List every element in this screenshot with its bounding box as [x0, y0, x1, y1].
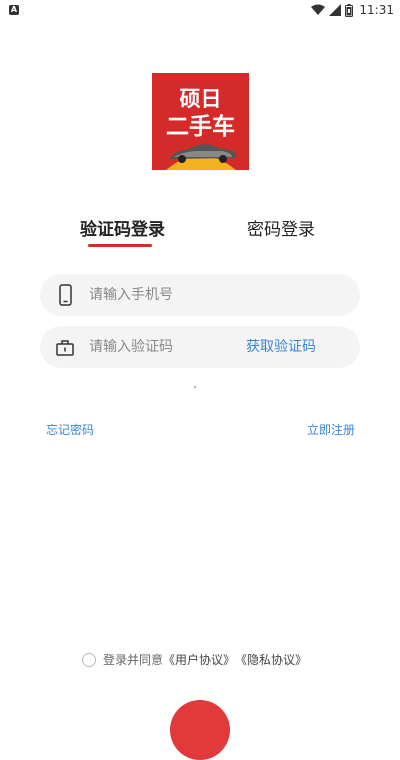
phone-field[interactable] [40, 274, 360, 316]
wifi-icon [311, 4, 326, 16]
battery-icon [345, 3, 354, 17]
agreement-checkbox[interactable] [82, 652, 96, 667]
user-agreement-link[interactable]: 《用户协议》 [163, 651, 235, 668]
loading-indicator: ` [193, 386, 198, 397]
phone-input[interactable] [89, 274, 269, 316]
lock-icon [55, 336, 75, 358]
logo-line1: 硕日 [180, 87, 222, 111]
status-bar: A 11:31 [0, 0, 400, 22]
status-icons: 11:31 [311, 3, 394, 17]
code-input[interactable] [89, 326, 269, 368]
phone-icon [55, 284, 75, 306]
register-link[interactable]: 立即注册 [307, 421, 355, 438]
forgot-password-link[interactable]: 忘记密码 [46, 421, 94, 438]
code-field[interactable]: 获取验证码 [40, 326, 360, 368]
login-button[interactable] [170, 700, 230, 760]
status-time: 11:31 [359, 3, 394, 17]
logo-line2: 二手车 [166, 113, 235, 140]
signal-icon [329, 4, 342, 16]
agreement-prefix: 登录并同意 [103, 653, 164, 667]
active-tab-indicator [88, 244, 152, 247]
privacy-policy-link[interactable]: 《隐私协议》 [235, 651, 307, 668]
notification-icon: A [9, 5, 19, 15]
agreement-row: 登录并同意 《用户协议》 《隐私协议》 [82, 651, 307, 668]
app-logo: 硕日 二手车 [152, 73, 249, 170]
tab-sms-login[interactable]: 验证码登录 [80, 218, 165, 242]
get-code-button[interactable]: 获取验证码 [246, 326, 316, 368]
tab-password-login[interactable]: 密码登录 [247, 218, 315, 242]
